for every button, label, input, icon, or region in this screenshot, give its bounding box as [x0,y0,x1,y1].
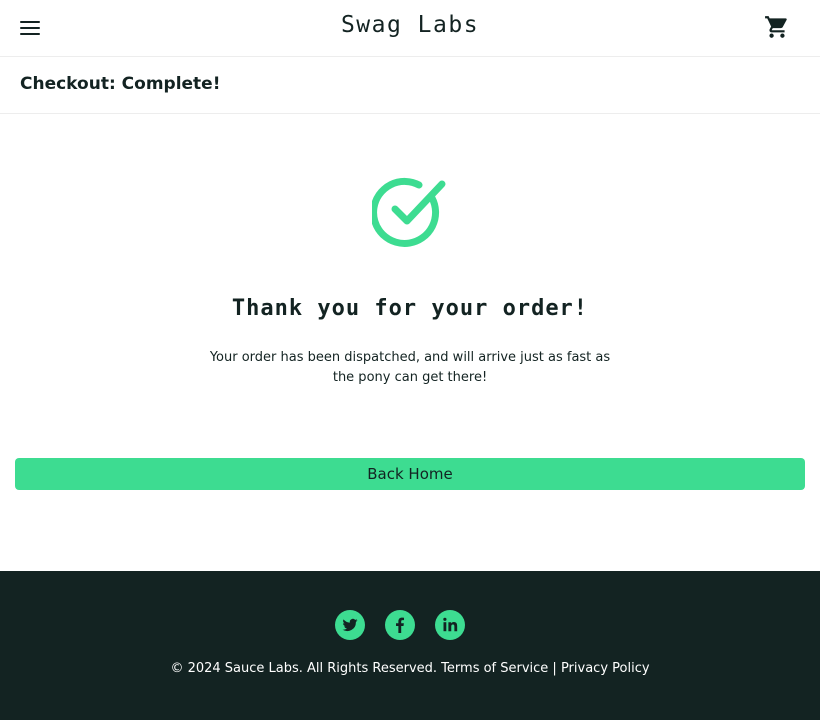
back-home-button[interactable]: Back Home [15,458,805,490]
shopping-cart-icon[interactable] [764,14,790,40]
complete-header: Thank you for your order! [231,296,589,321]
copyright-text: © 2024 Sauce Labs. All Rights Reserved. … [170,661,650,676]
checkmark-circle-icon [370,176,448,248]
page-title: Checkout: Complete! [20,74,221,94]
secondary-header: Checkout: Complete! [0,57,820,114]
linkedin-icon[interactable] [435,610,465,640]
primary-header: Swag Labs [0,0,820,57]
complete-text: Your order has been dispatched, and will… [209,350,611,385]
facebook-icon[interactable] [385,610,415,640]
app-logo: Swag Labs [340,12,480,38]
twitter-icon[interactable] [335,610,365,640]
footer: © 2024 Sauce Labs. All Rights Reserved. … [0,571,820,720]
